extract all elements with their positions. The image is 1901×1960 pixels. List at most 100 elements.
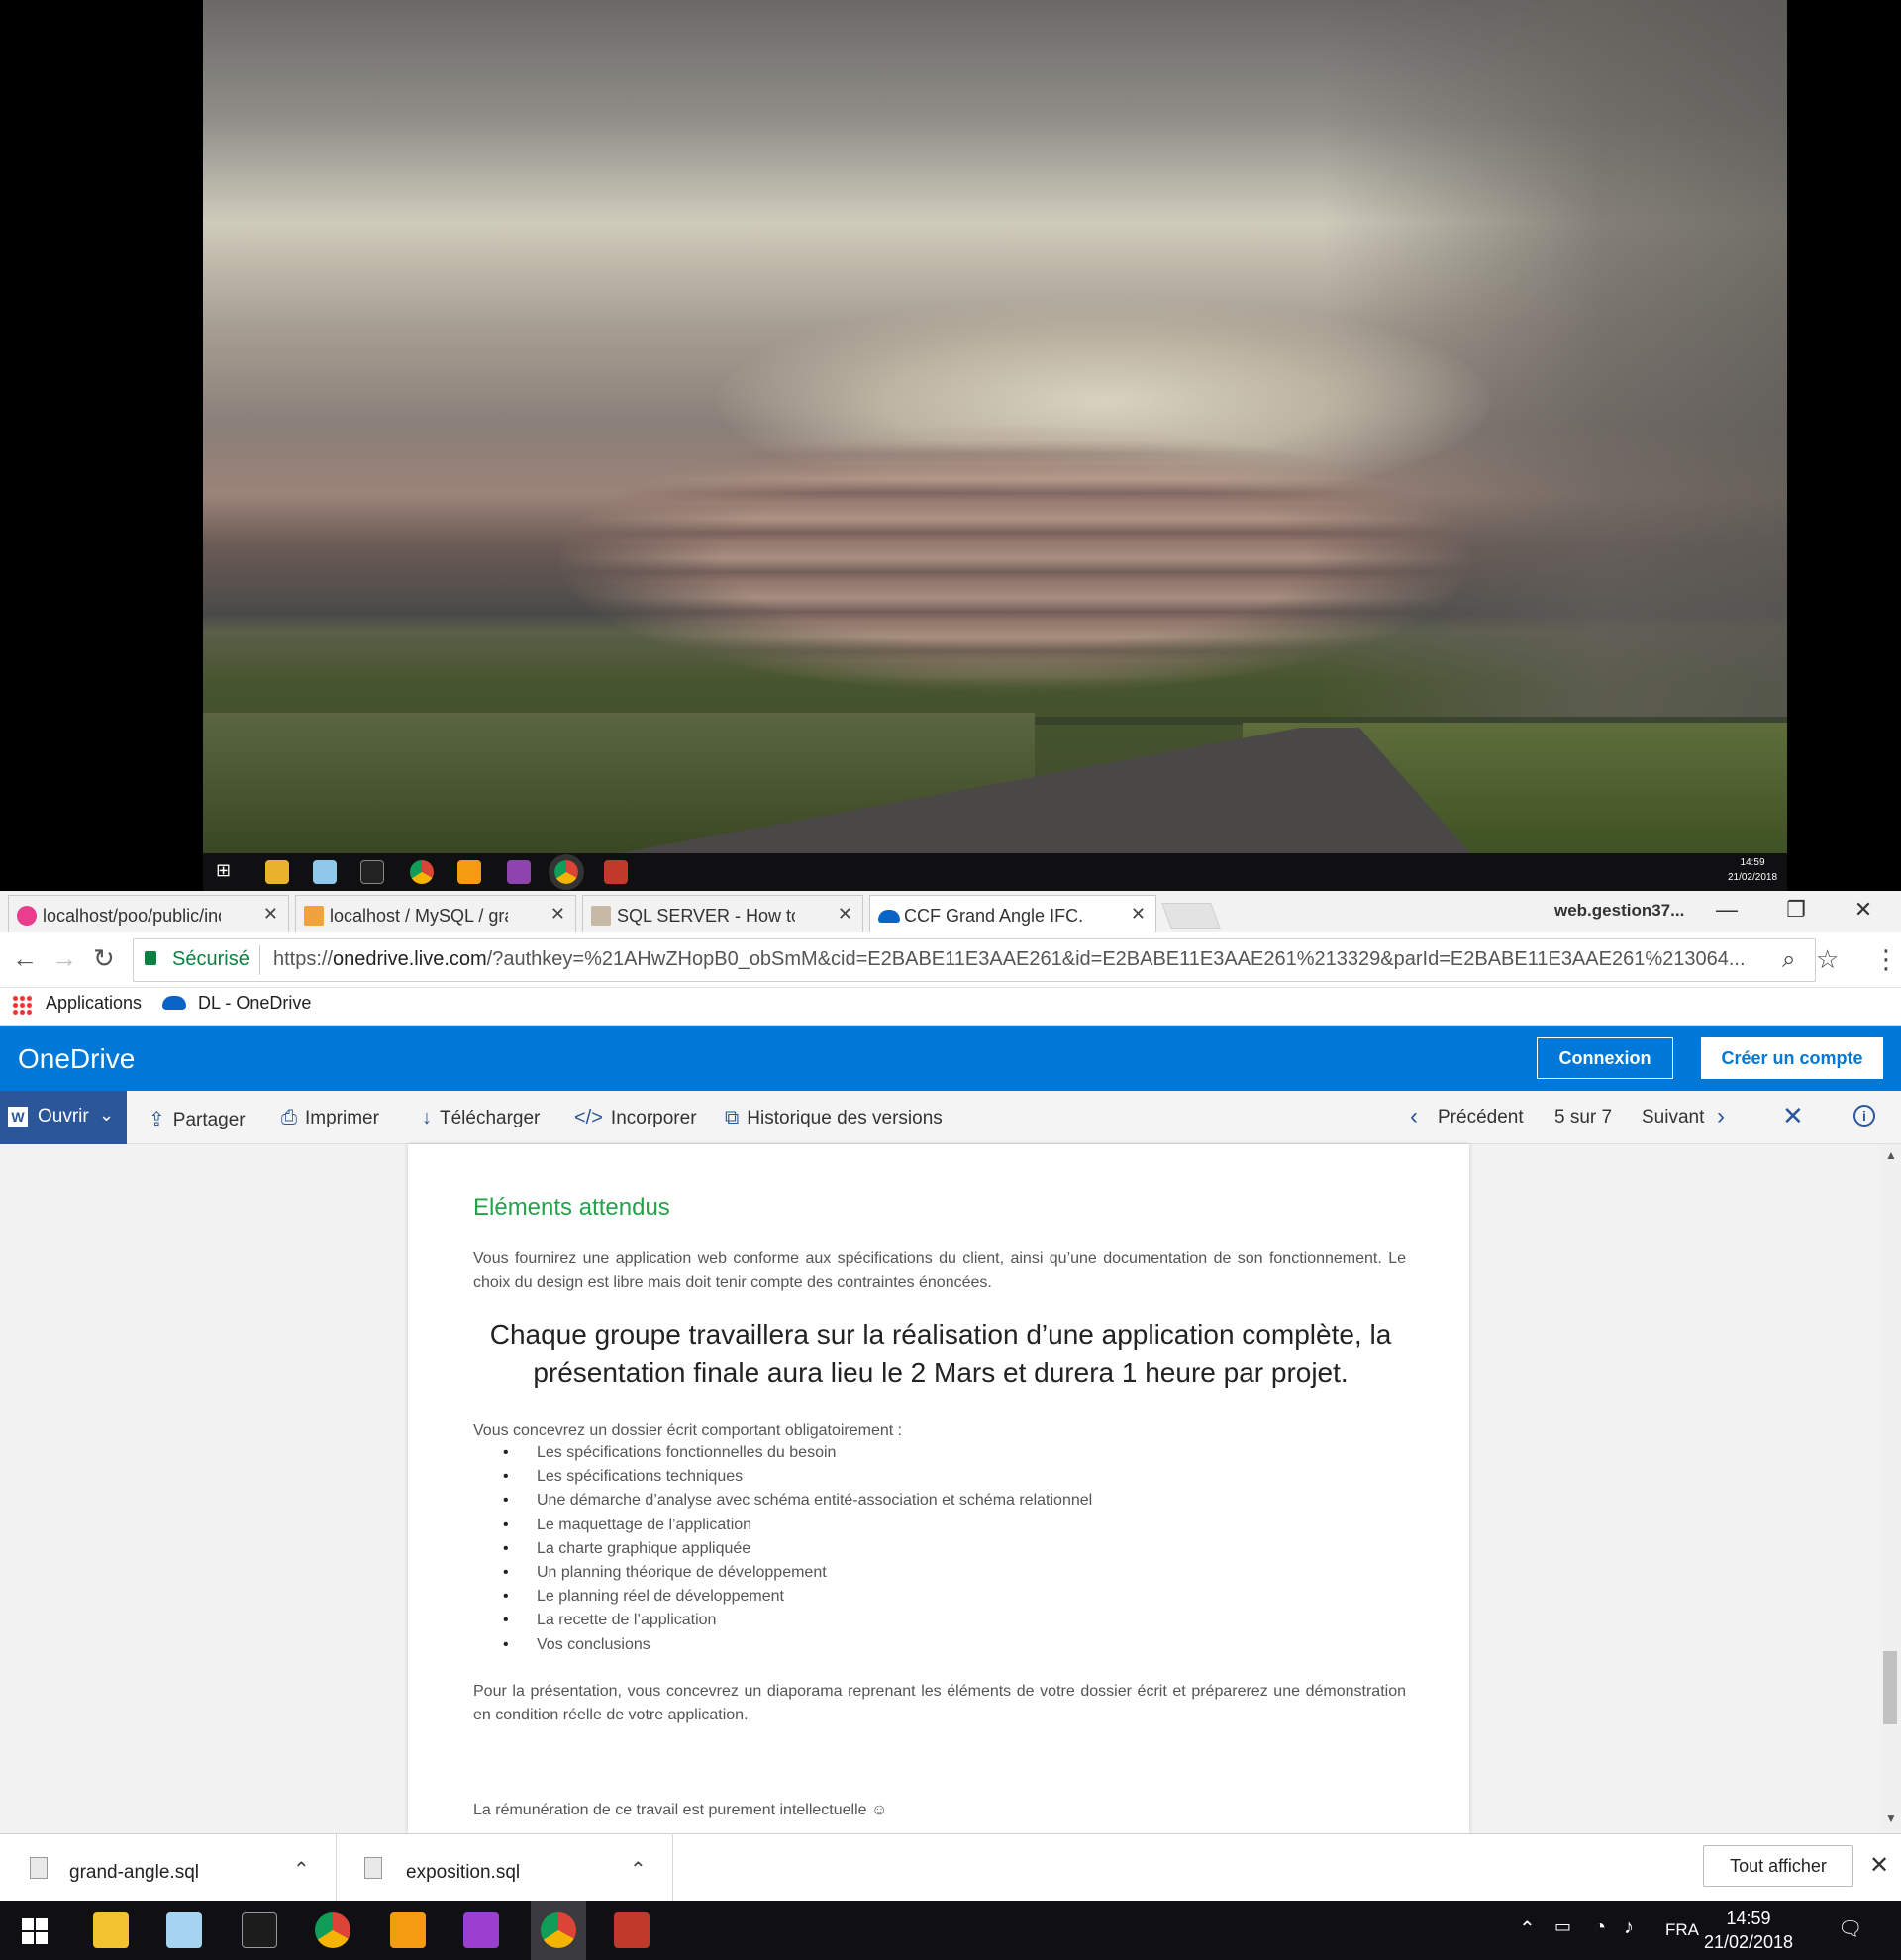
mini-explorer-icon[interactable]	[265, 860, 289, 884]
url-host: onedrive.live.com	[333, 948, 487, 970]
list-item: Une démarche d’analyse avec schéma entit…	[503, 1489, 1092, 1513]
new-tab-button[interactable]	[1161, 903, 1221, 929]
tab-phpmyadmin[interactable]: localhost / MySQL / gran ✕	[295, 895, 576, 932]
scroll-up-arrow-icon[interactable]: ▲	[1885, 1148, 1897, 1162]
notes-app-icon[interactable]	[166, 1912, 202, 1948]
mini-sublime-icon[interactable]	[457, 860, 481, 884]
show-all-downloads-button[interactable]: Tout afficher	[1703, 1845, 1853, 1887]
storm-wallpaper	[203, 0, 1787, 853]
minimize-icon[interactable]: —	[1707, 897, 1747, 923]
scrollbar-thumb[interactable]	[1883, 1651, 1897, 1724]
list-item: Les spécifications fonctionnelles du bes…	[503, 1441, 1092, 1465]
scrollbar[interactable]	[1881, 1144, 1901, 1833]
mini-chrome-icon[interactable]	[410, 860, 434, 884]
share-icon: ⇪	[149, 1109, 165, 1130]
clock[interactable]: 14:59 21/02/2018	[1699, 1907, 1798, 1954]
file-explorer-icon[interactable]	[93, 1912, 129, 1948]
close-icon[interactable]: ✕	[1869, 1851, 1889, 1880]
bookmark-dl-onedrive[interactable]: DL - OneDrive	[198, 993, 311, 1014]
section-heading: Eléments attendus	[473, 1194, 670, 1221]
filezilla-icon[interactable]	[614, 1912, 650, 1948]
chrome-active-icon[interactable]	[541, 1912, 576, 1948]
battery-icon[interactable]: ▭	[1554, 1916, 1571, 1937]
phpmyadmin-icon	[304, 906, 324, 926]
version-history-button[interactable]: ⧉ Historique des versions	[725, 1107, 943, 1129]
file-icon	[364, 1857, 382, 1879]
chevron-up-icon[interactable]: ⌃	[630, 1857, 647, 1882]
zoom-icon[interactable]: ⌕	[1782, 946, 1795, 974]
tab-localhost-poo[interactable]: localhost/poo/public/ind ✕	[8, 895, 289, 932]
word-icon: W	[8, 1107, 28, 1127]
tab-ccf-grand-angle[interactable]: CCF Grand Angle IFC.pdf ✕	[869, 895, 1156, 932]
print-label: Imprimer	[305, 1108, 379, 1128]
mini-filezilla-icon[interactable]	[604, 860, 628, 884]
presentation-paragraph: Pour la présentation, vous concevrez un …	[473, 1683, 1406, 1723]
mini-phpstorm-icon[interactable]	[507, 860, 531, 884]
star-icon[interactable]: ☆	[1816, 944, 1839, 975]
create-account-button[interactable]: Créer un compte	[1701, 1037, 1883, 1079]
chevron-up-icon[interactable]: ⌃	[293, 1857, 310, 1882]
close-icon[interactable]: ✕	[1131, 904, 1146, 925]
download-button[interactable]: ↓ Télécharger	[422, 1107, 540, 1129]
mini-start-icon[interactable]: ⊞	[216, 860, 240, 884]
dossier-intro: Vous concevrez un dossier écrit comporta…	[473, 1422, 903, 1439]
download-filename[interactable]: grand-angle.sql	[69, 1862, 199, 1884]
terminal-icon[interactable]	[242, 1912, 277, 1948]
volume-icon[interactable]: ♪	[1624, 1916, 1634, 1939]
mini-chrome-active-icon[interactable]	[549, 854, 584, 890]
chrome-icon[interactable]	[315, 1912, 350, 1948]
highlight-line-2: présentation finale aura lieu le 2 Mars …	[533, 1357, 1349, 1388]
next-button[interactable]: Suivant	[1642, 1107, 1704, 1128]
back-icon[interactable]: ←	[12, 943, 38, 974]
chevron-right-icon[interactable]: ›	[1717, 1103, 1725, 1130]
download-icon: ↓	[422, 1107, 432, 1128]
windows-taskbar	[0, 1901, 1901, 1960]
reload-icon[interactable]: ↻	[93, 943, 115, 974]
info-icon[interactable]: i	[1853, 1105, 1875, 1127]
url-text[interactable]: https://onedrive.live.com/?authkey=%21AH…	[273, 948, 1768, 971]
mini-notes-icon[interactable]	[313, 860, 337, 884]
list-item: La charte graphique appliquée	[503, 1537, 1092, 1561]
blog-icon	[591, 906, 611, 926]
sublime-text-icon[interactable]	[390, 1912, 426, 1948]
secondary-desktop: ⊞ 14:59 21/02/2018	[0, 0, 1901, 891]
print-button[interactable]: ⎙ Imprimer	[281, 1107, 379, 1129]
close-icon[interactable]: ✕	[550, 904, 565, 925]
restore-icon[interactable]: ❐	[1776, 897, 1816, 923]
open-button[interactable]: W Ouvrir ⌄	[0, 1091, 127, 1144]
connexion-button[interactable]: Connexion	[1537, 1037, 1673, 1079]
mini-date: 21/02/2018	[1727, 872, 1778, 883]
close-viewer-icon[interactable]: ✕	[1782, 1101, 1804, 1131]
list-item: Le maquettage de l’application	[503, 1514, 1092, 1537]
windows-start-icon[interactable]	[22, 1918, 48, 1944]
kebab-menu-icon[interactable]: ⋮	[1873, 944, 1899, 975]
requirements-list: Les spécifications fonctionnelles du bes…	[503, 1441, 1092, 1657]
notification-icon[interactable]: 🗨	[1838, 1916, 1862, 1941]
highlight-paragraph: Chaque groupe travaillera sur la réalisa…	[436, 1317, 1446, 1392]
profile-name[interactable]: web.gestion37...	[1554, 901, 1684, 921]
language-indicator[interactable]: FRA	[1665, 1920, 1699, 1940]
tab-title: SQL SERVER - How to Up	[617, 906, 795, 926]
close-icon[interactable]: ✕	[263, 904, 278, 925]
phpstorm-icon[interactable]	[463, 1912, 499, 1948]
chevron-up-icon[interactable]: ⌃	[1519, 1916, 1536, 1941]
previous-button[interactable]: Précédent	[1438, 1107, 1524, 1128]
code-icon: </>	[574, 1107, 603, 1128]
embed-button[interactable]: </> Incorporer	[574, 1107, 697, 1129]
tab-title: localhost/poo/public/ind	[43, 906, 221, 926]
chevron-left-icon[interactable]: ‹	[1410, 1103, 1418, 1130]
apps-grid-icon[interactable]	[12, 995, 32, 1015]
window-close-icon[interactable]: ✕	[1844, 897, 1883, 923]
clock-date: 21/02/2018	[1703, 1932, 1794, 1952]
forward-icon[interactable]: →	[51, 943, 77, 974]
share-button[interactable]: ⇪ Partager	[149, 1107, 246, 1131]
bookmark-applications[interactable]: Applications	[46, 993, 142, 1014]
scroll-down-arrow-icon[interactable]: ▼	[1885, 1812, 1897, 1825]
wifi-icon[interactable]: ◔	[1594, 1916, 1606, 1939]
download-filename[interactable]: exposition.sql	[406, 1862, 520, 1884]
close-icon[interactable]: ✕	[838, 904, 852, 925]
mini-terminal-icon[interactable]	[360, 860, 384, 884]
history-icon: ⧉	[725, 1107, 740, 1128]
tab-sql-server[interactable]: SQL SERVER - How to Up ✕	[582, 895, 863, 932]
onedrive-brand[interactable]: OneDrive	[18, 1043, 135, 1075]
